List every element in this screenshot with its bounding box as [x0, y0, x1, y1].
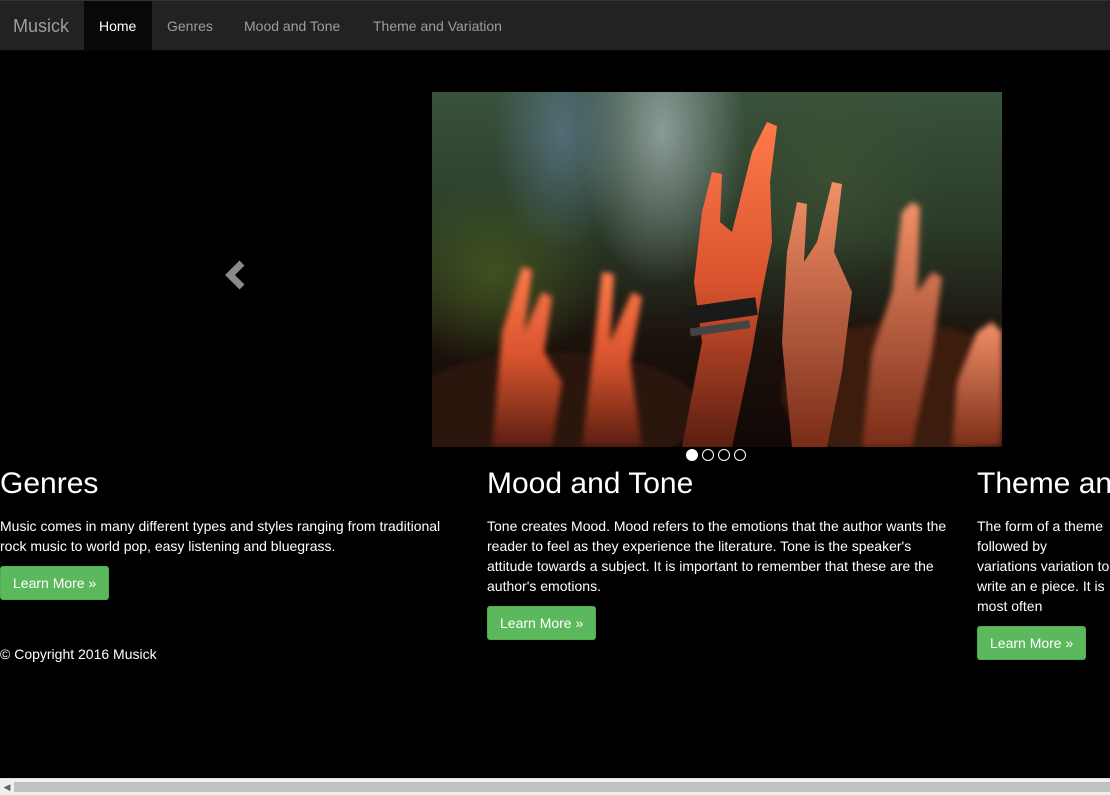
nav-item-theme-and-variation[interactable]: Theme and Variation	[358, 1, 517, 51]
theme-and-variation-heading: Theme an	[977, 467, 1110, 500]
chevron-left-icon	[225, 260, 245, 290]
mood-and-tone-learn-more-button[interactable]: Learn More »	[487, 606, 597, 640]
carousel-indicator-4[interactable]	[734, 449, 746, 461]
nav-item-home[interactable]: Home	[84, 1, 152, 51]
carousel-previous-button[interactable]	[220, 255, 252, 295]
nav-item-genres[interactable]: Genres	[152, 1, 228, 51]
footer-copyright: © Copyright 2016 Musick	[0, 646, 157, 662]
carousel-indicator-2[interactable]	[702, 449, 714, 461]
image-carousel	[0, 51, 1110, 461]
scrollbar-thumb[interactable]	[14, 782, 1110, 792]
genres-learn-more-button[interactable]: Learn More »	[0, 566, 110, 600]
navbar: Musick Home Genres Mood and Tone Theme a…	[0, 0, 1110, 51]
theme-and-variation-text: The form of a theme followed by variatio…	[977, 518, 1110, 614]
theme-and-variation-learn-more-button[interactable]: Learn More »	[977, 626, 1087, 660]
brand-logo-link[interactable]: Musick	[13, 16, 69, 36]
theme-and-variation-column: Theme an The form of a theme followed by…	[977, 462, 1110, 660]
mood-and-tone-text: Tone creates Mood. Mood refers to the em…	[487, 518, 947, 594]
carousel-indicator-1[interactable]	[686, 449, 698, 461]
mood-and-tone-heading: Mood and Tone	[487, 467, 694, 500]
genres-text: Music comes in many different types and …	[0, 518, 441, 554]
concert-photo-art	[432, 122, 1002, 447]
horizontal-scrollbar[interactable]: ◀	[0, 778, 1110, 795]
nav-item-mood-and-tone[interactable]: Mood and Tone	[229, 1, 355, 51]
carousel-indicators	[686, 449, 746, 463]
carousel-indicator-3[interactable]	[718, 449, 730, 461]
scroll-left-arrow-icon[interactable]: ◀	[2, 782, 12, 792]
genres-column: Genres Music comes in many different typ…	[0, 462, 460, 600]
mood-and-tone-column: Mood and Tone Tone creates Mood. Mood re…	[487, 462, 947, 640]
concert-crowd-hands-photo	[432, 92, 1002, 447]
genres-heading: Genres	[0, 467, 99, 500]
